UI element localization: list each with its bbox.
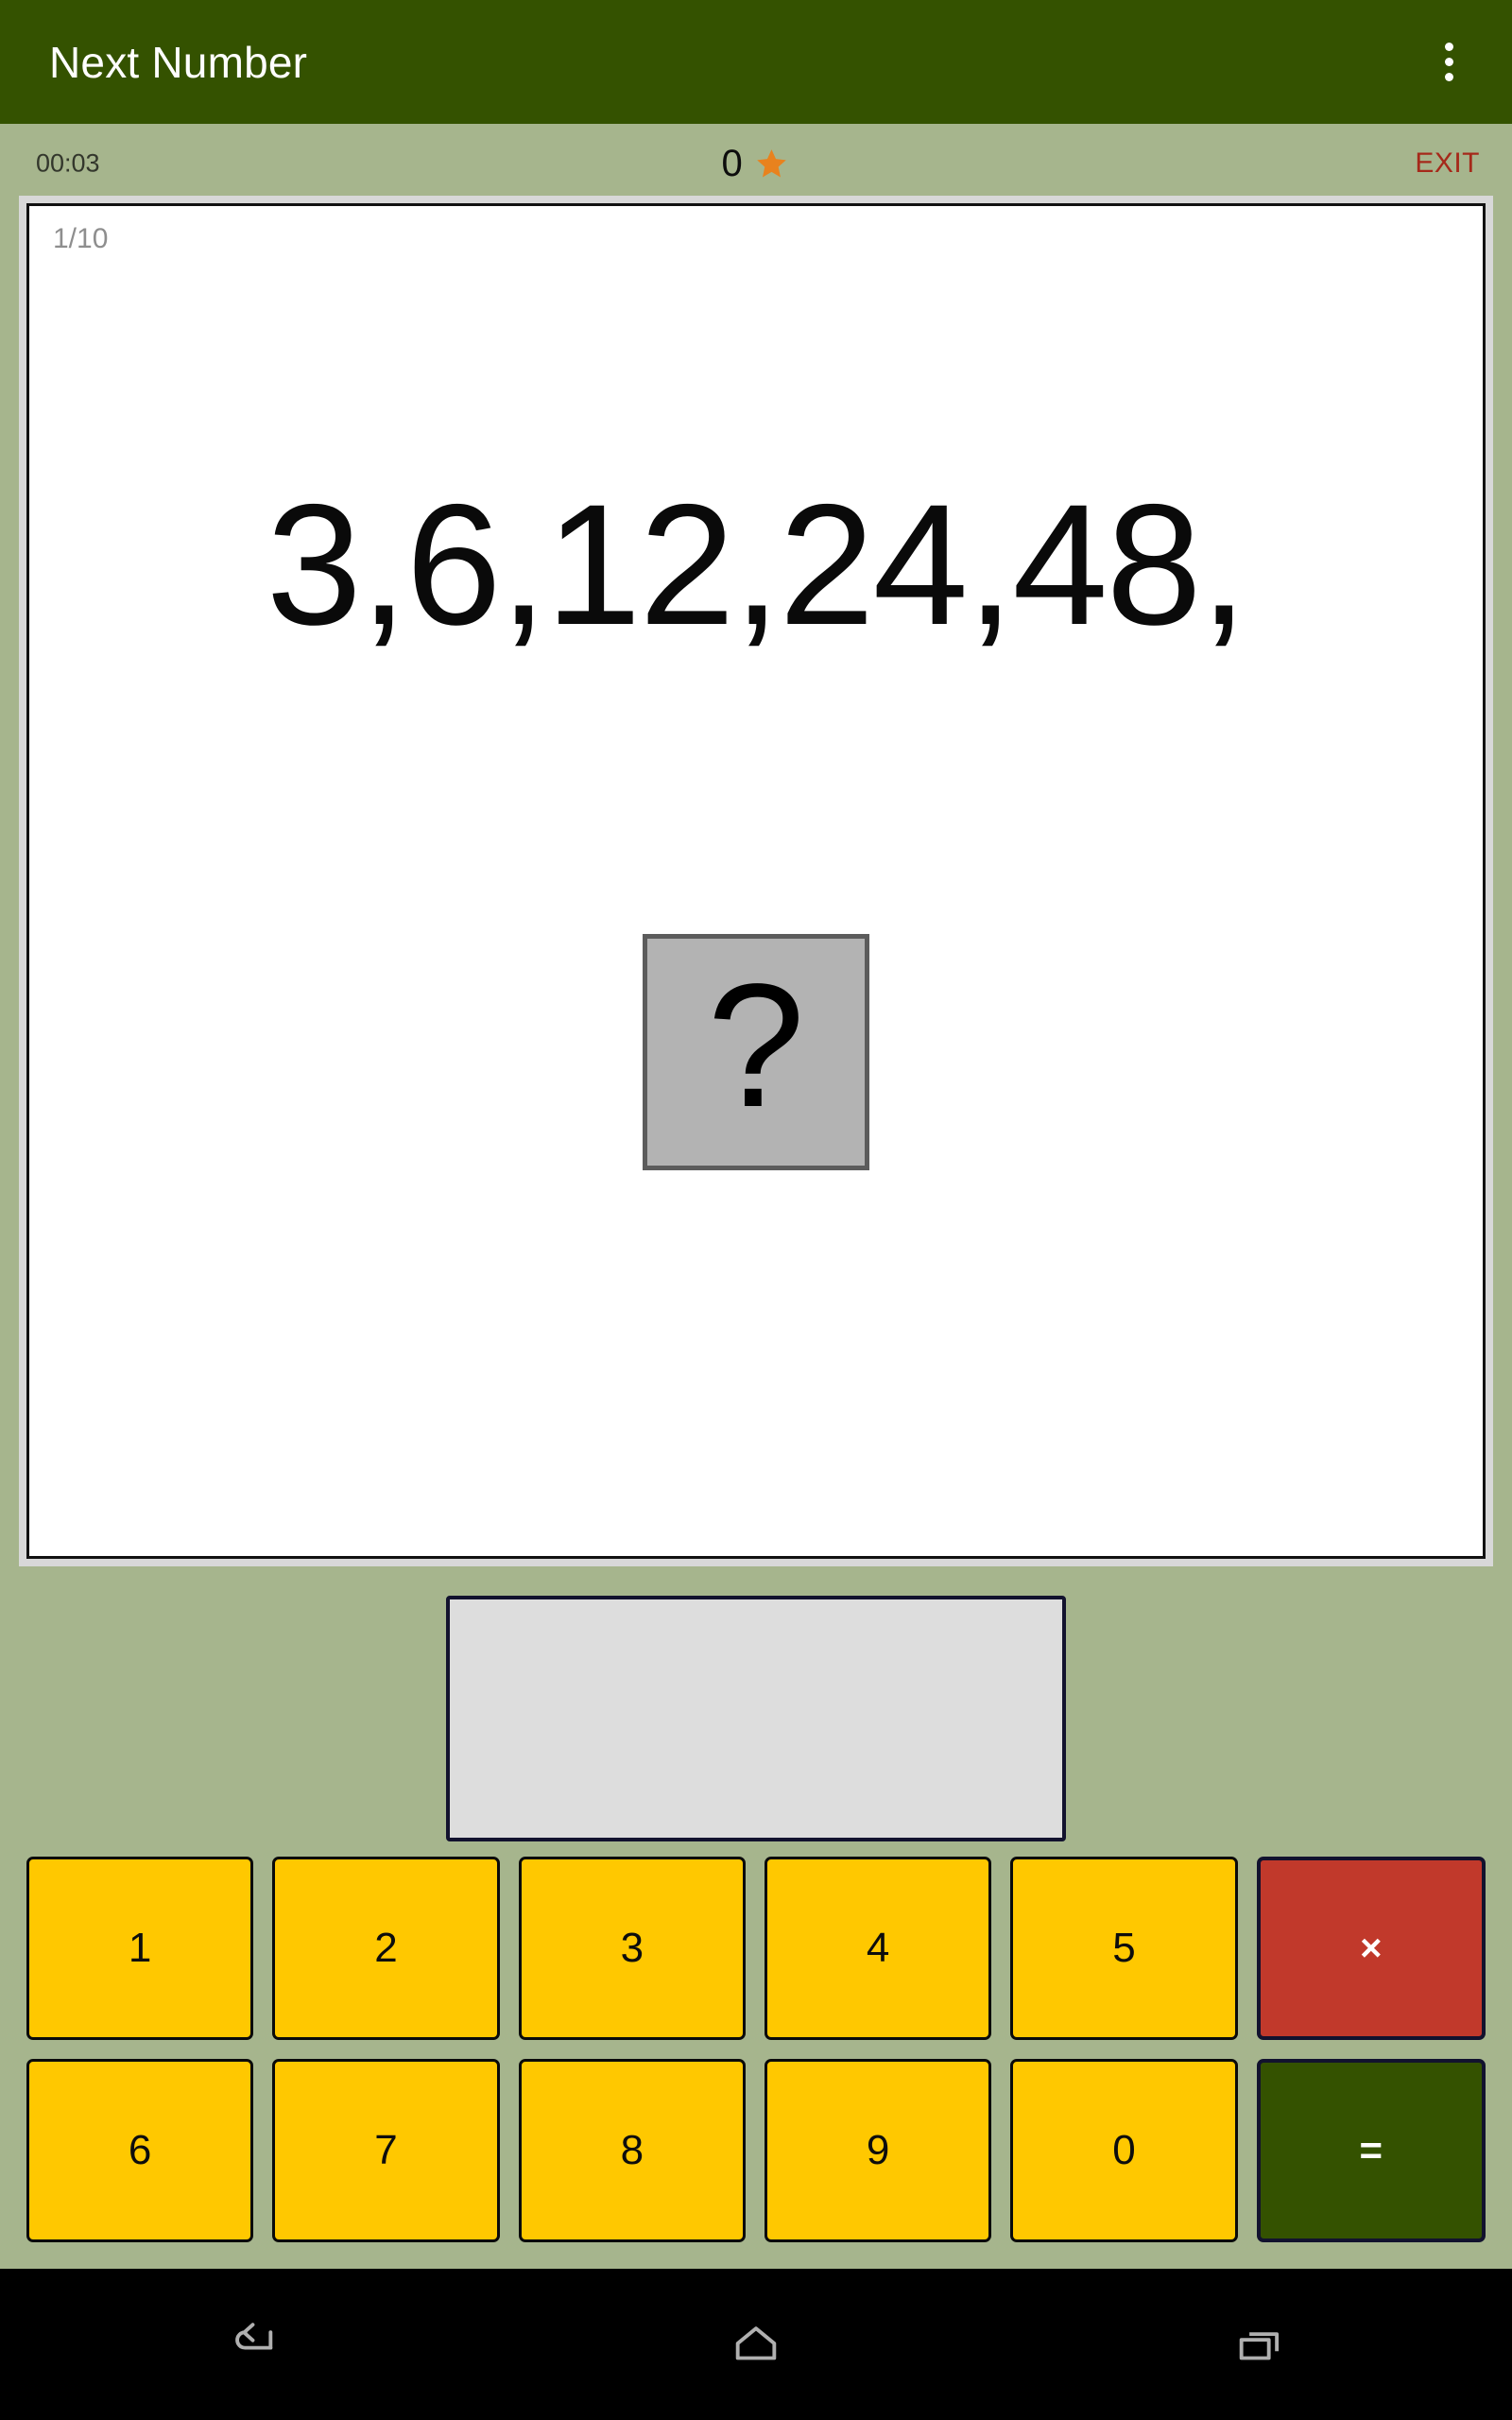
timer-label: 00:03 (36, 148, 100, 178)
clear-button[interactable]: × (1256, 1857, 1486, 2040)
home-icon (735, 2326, 777, 2360)
progress-label: 1/10 (53, 223, 109, 254)
question-mark-icon: ? (707, 948, 805, 1144)
key-6[interactable]: 6 (26, 2059, 254, 2242)
overflow-dot-1 (1444, 43, 1453, 51)
answer-input[interactable] (446, 1596, 1066, 1841)
exit-button[interactable]: EXIT (1415, 147, 1480, 180)
recents-button[interactable] (1175, 2269, 1345, 2420)
overflow-dot-3 (1444, 73, 1453, 81)
app-bar: Next Number (0, 0, 1512, 124)
key-9[interactable]: 9 (764, 2059, 992, 2242)
key-5[interactable]: 5 (1010, 1857, 1238, 2040)
key-4[interactable]: 4 (764, 1857, 992, 2040)
overflow-menu-icon[interactable] (1418, 0, 1480, 124)
keypad-row-1: 1 2 3 4 5 × (0, 1857, 1512, 2040)
unknown-term-box: ? (643, 934, 869, 1170)
question-card: 1/10 3,6,12,24,48, ? (19, 196, 1493, 1566)
android-navigation-bar (0, 2269, 1512, 2420)
number-sequence: 3,6,12,24,48, (266, 468, 1248, 661)
key-2[interactable]: 2 (272, 1857, 500, 2040)
keypad: 1 2 3 4 5 × 6 7 8 9 0 = (0, 1857, 1512, 2261)
key-0[interactable]: 0 (1010, 2059, 1238, 2242)
overflow-dot-2 (1444, 58, 1453, 66)
key-1[interactable]: 1 (26, 1857, 254, 2040)
star-icon (757, 149, 787, 178)
key-3[interactable]: 3 (518, 1857, 746, 2040)
home-button[interactable] (671, 2269, 841, 2420)
recents-icon (1240, 2332, 1280, 2360)
back-button[interactable] (167, 2269, 337, 2420)
keypad-row-2: 6 7 8 9 0 = (0, 2059, 1512, 2242)
key-8[interactable]: 8 (518, 2059, 746, 2242)
app-title: Next Number (49, 37, 308, 87)
app-screen: Next Number 00:03 0 EXIT 1/10 3,6,12,24,… (0, 0, 1512, 2420)
key-7[interactable]: 7 (272, 2059, 500, 2242)
question-card-inner: 1/10 3,6,12,24,48, ? (26, 203, 1486, 1559)
status-strip: 00:03 0 EXIT (0, 124, 1512, 203)
score-value: 0 (721, 143, 743, 184)
back-icon (234, 2323, 272, 2350)
equals-button[interactable]: = (1256, 2059, 1486, 2242)
score-display: 0 (721, 145, 787, 182)
